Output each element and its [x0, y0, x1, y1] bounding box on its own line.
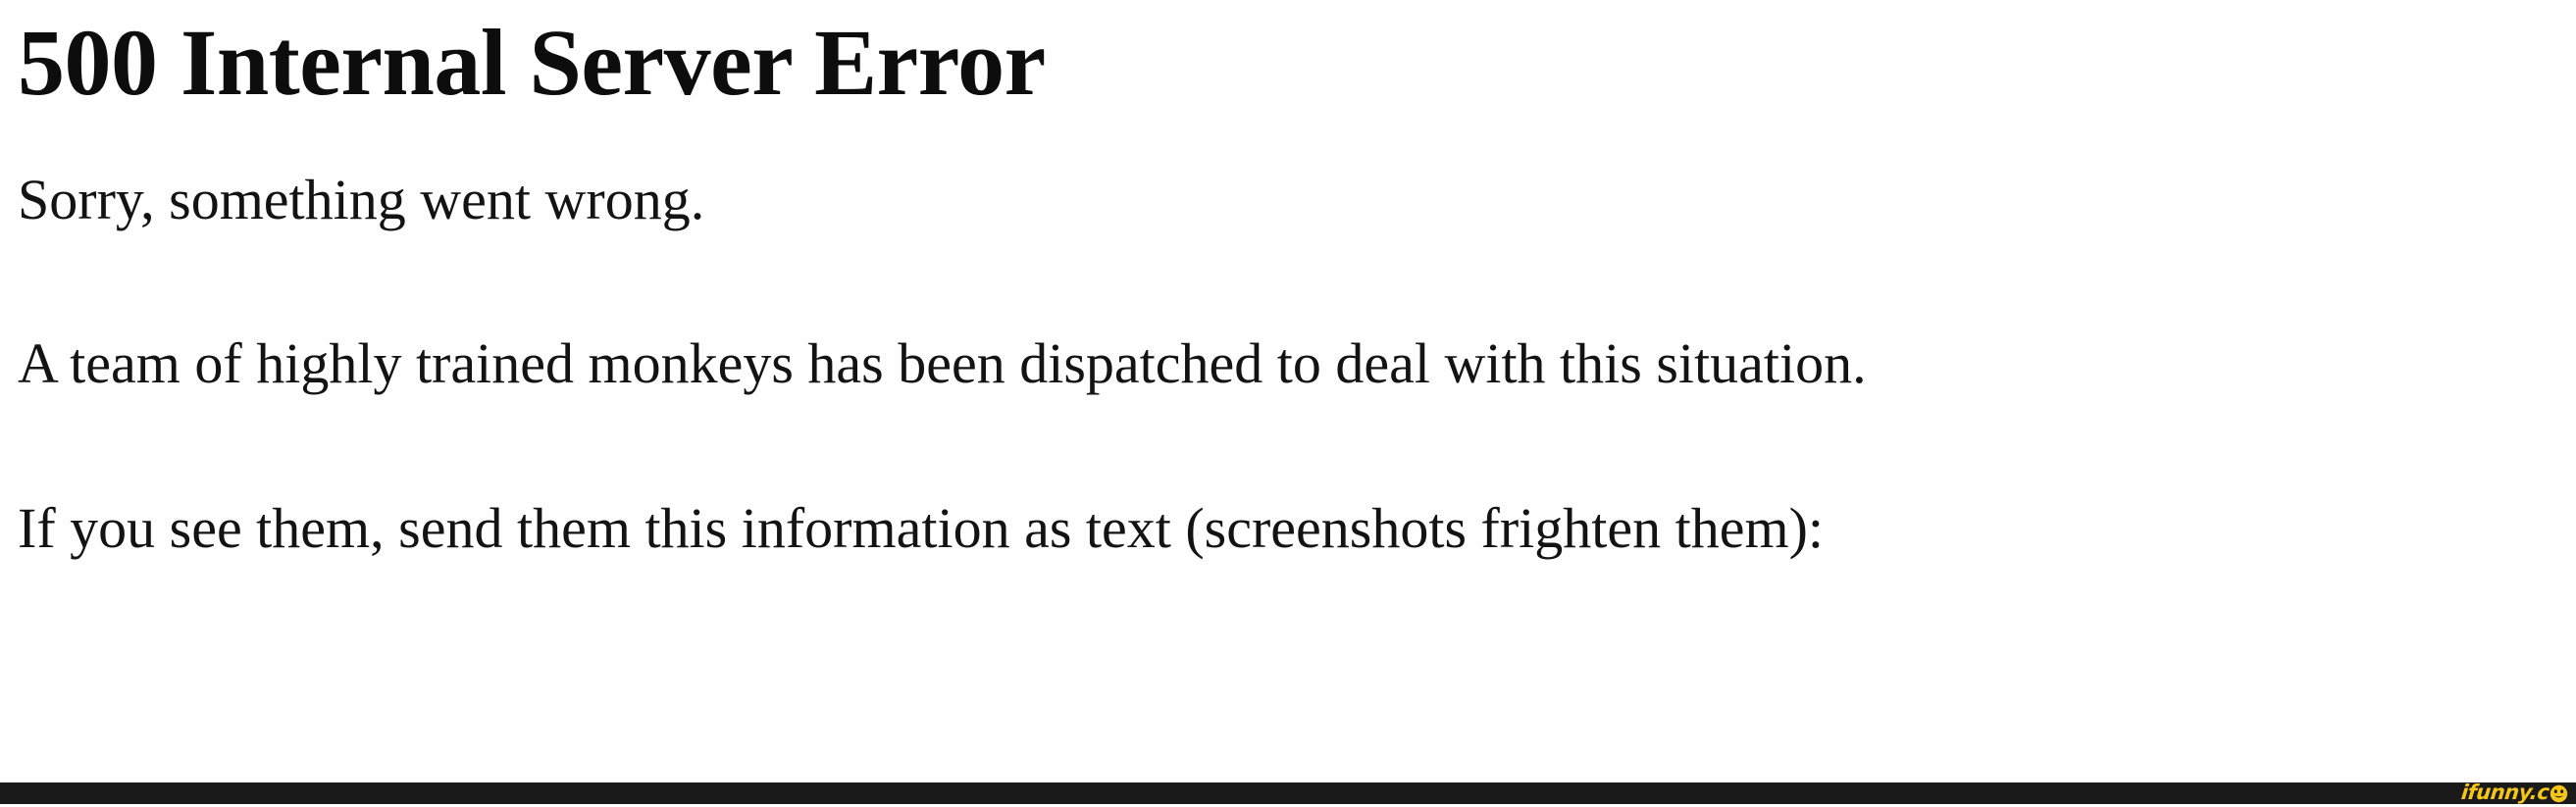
watermark-label: ifunny.c	[2459, 780, 2550, 804]
ifunny-watermark-logo: ifunny.c	[2459, 780, 2568, 804]
error-paragraph-apology: Sorry, something went wrong.	[18, 168, 705, 231]
error-paragraph-monkeys: A team of highly trained monkeys has bee…	[18, 331, 1867, 395]
error-page: 500 Internal Server Error Sorry, somethi…	[0, 0, 2576, 804]
error-paragraph-instructions: If you see them, send them this informat…	[18, 496, 1825, 560]
error-message-body: Sorry, something went wrong. A team of h…	[18, 147, 2558, 560]
watermark-bar: ifunny.c	[0, 780, 2576, 804]
smiley-face-icon	[2550, 784, 2568, 803]
page-title: 500 Internal Server Error	[18, 10, 1046, 115]
